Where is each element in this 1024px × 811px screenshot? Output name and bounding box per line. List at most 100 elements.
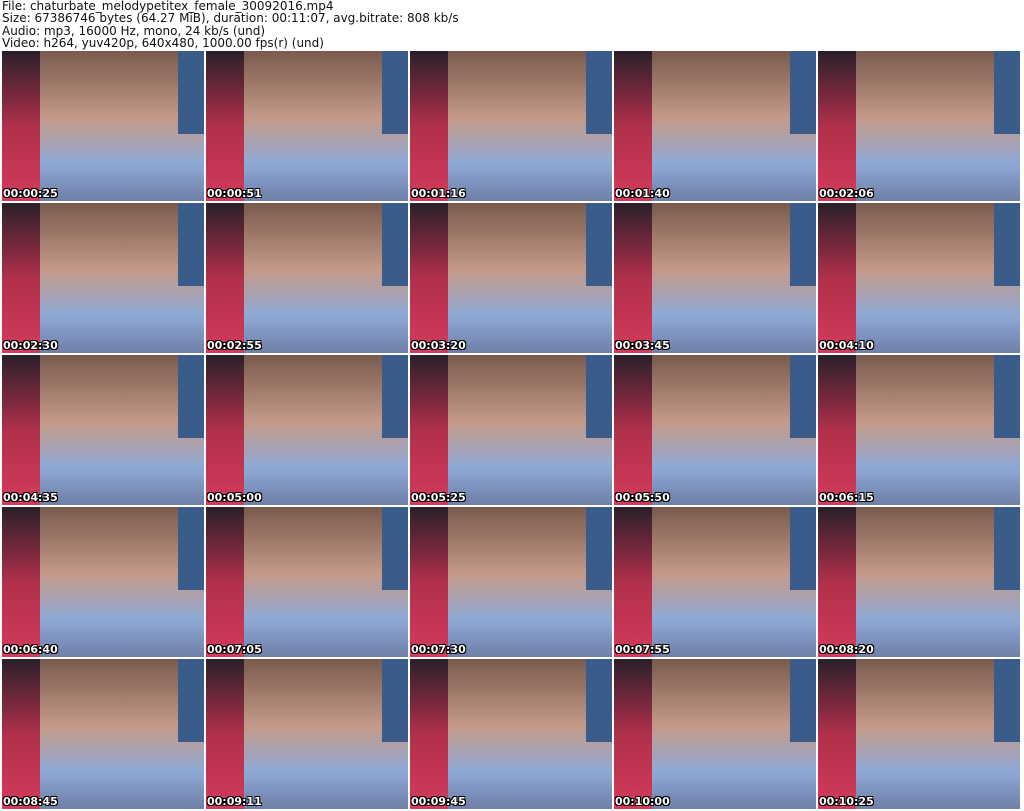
video-thumbnail: 00:07:30 [410, 507, 612, 657]
video-thumbnail: 00:06:15 [818, 355, 1020, 505]
background-cloth [382, 659, 408, 742]
background-cloth [790, 51, 816, 134]
thumbnail-timestamp: 00:10:00 [615, 795, 670, 808]
background-wall [818, 355, 856, 505]
video-thumbnail: 00:03:20 [410, 203, 612, 353]
thumbnail-timestamp: 00:01:16 [411, 187, 466, 200]
thumbnail-timestamp: 00:06:40 [3, 643, 58, 656]
background-cloth [994, 507, 1020, 590]
background-cloth [994, 203, 1020, 286]
background-wall [410, 203, 448, 353]
video-thumbnail: 00:05:00 [206, 355, 408, 505]
thumbnail-timestamp: 00:02:55 [207, 339, 262, 352]
video-thumbnail: 00:10:25 [818, 659, 1020, 809]
video-thumbnail: 00:01:40 [614, 51, 816, 201]
background-cloth [382, 355, 408, 438]
background-wall [614, 51, 652, 201]
video-thumbnail: 00:08:20 [818, 507, 1020, 657]
video-thumbnail: 00:08:45 [2, 659, 204, 809]
video-thumbnail: 00:02:30 [2, 203, 204, 353]
background-cloth [586, 659, 612, 742]
background-cloth [382, 203, 408, 286]
background-cloth [382, 507, 408, 590]
thumbnail-timestamp: 00:09:11 [207, 795, 262, 808]
video-thumbnail: 00:00:51 [206, 51, 408, 201]
background-wall [206, 659, 244, 809]
background-wall [818, 659, 856, 809]
thumbnail-grid: 00:00:25 00:00:51 00:01:16 00:01:40 00:02:06… [2, 51, 1020, 809]
video-thumbnail: 00:01:16 [410, 51, 612, 201]
thumbnail-timestamp: 00:02:30 [3, 339, 58, 352]
video-thumbnail: 00:02:06 [818, 51, 1020, 201]
background-wall [818, 507, 856, 657]
video-thumbnail: 00:09:11 [206, 659, 408, 809]
background-wall [818, 203, 856, 353]
background-cloth [178, 51, 204, 134]
thumbnail-timestamp: 00:04:35 [3, 491, 58, 504]
video-thumbnail: 00:02:55 [206, 203, 408, 353]
background-wall [206, 51, 244, 201]
background-wall [410, 355, 448, 505]
background-cloth [178, 355, 204, 438]
video-thumbnail: 00:04:10 [818, 203, 1020, 353]
background-cloth [382, 51, 408, 134]
background-cloth [994, 51, 1020, 134]
thumbnail-timestamp: 00:05:25 [411, 491, 466, 504]
background-cloth [994, 659, 1020, 742]
video-thumbnail: 00:06:40 [2, 507, 204, 657]
background-wall [2, 507, 40, 657]
thumbnail-timestamp: 00:03:45 [615, 339, 670, 352]
thumbnail-timestamp: 00:10:25 [819, 795, 874, 808]
background-wall [614, 355, 652, 505]
thumbnail-timestamp: 00:00:25 [3, 187, 58, 200]
video-thumbnail: 00:00:25 [2, 51, 204, 201]
background-wall [206, 203, 244, 353]
background-wall [614, 507, 652, 657]
background-wall [614, 659, 652, 809]
background-cloth [178, 203, 204, 286]
video-thumbnail: 00:04:35 [2, 355, 204, 505]
thumbnail-timestamp: 00:05:00 [207, 491, 262, 504]
video-thumbnail: 00:07:55 [614, 507, 816, 657]
video-thumbnail: 00:09:45 [410, 659, 612, 809]
thumbnail-timestamp: 00:05:50 [615, 491, 670, 504]
video-thumbnail: 00:05:50 [614, 355, 816, 505]
thumbnail-timestamp: 00:08:45 [3, 795, 58, 808]
background-wall [206, 507, 244, 657]
thumbnail-timestamp: 00:07:55 [615, 643, 670, 656]
thumbnail-timestamp: 00:07:05 [207, 643, 262, 656]
thumbnail-timestamp: 00:00:51 [207, 187, 262, 200]
video-info: Video: h264, yuv420p, 640x480, 1000.00 f… [2, 35, 324, 50]
background-wall [2, 355, 40, 505]
file-info: File: chaturbate_melodypetitex_female_30… [2, 0, 459, 49]
video-thumbnail: 00:05:25 [410, 355, 612, 505]
file-size: Size: 67386746 bytes (64.27 MiB), durati… [2, 11, 459, 26]
background-cloth [586, 51, 612, 134]
background-wall [410, 51, 448, 201]
background-wall [614, 203, 652, 353]
background-cloth [178, 507, 204, 590]
background-cloth [790, 659, 816, 742]
thumbnail-timestamp: 00:01:40 [615, 187, 670, 200]
background-wall [206, 355, 244, 505]
background-wall [410, 659, 448, 809]
thumbnail-timestamp: 00:03:20 [411, 339, 466, 352]
background-cloth [790, 507, 816, 590]
background-cloth [790, 355, 816, 438]
thumbnail-timestamp: 00:04:10 [819, 339, 874, 352]
background-cloth [178, 659, 204, 742]
background-wall [2, 203, 40, 353]
background-wall [2, 51, 40, 201]
background-wall [2, 659, 40, 809]
video-thumbnail: 00:03:45 [614, 203, 816, 353]
thumbnail-timestamp: 00:08:20 [819, 643, 874, 656]
video-thumbnail: 00:10:00 [614, 659, 816, 809]
background-cloth [994, 355, 1020, 438]
thumbnail-timestamp: 00:06:15 [819, 491, 874, 504]
background-wall [818, 51, 856, 201]
background-cloth [586, 203, 612, 286]
thumbnail-timestamp: 00:07:30 [411, 643, 466, 656]
thumbnail-timestamp: 00:09:45 [411, 795, 466, 808]
thumbnail-timestamp: 00:02:06 [819, 187, 874, 200]
video-thumbnail: 00:07:05 [206, 507, 408, 657]
